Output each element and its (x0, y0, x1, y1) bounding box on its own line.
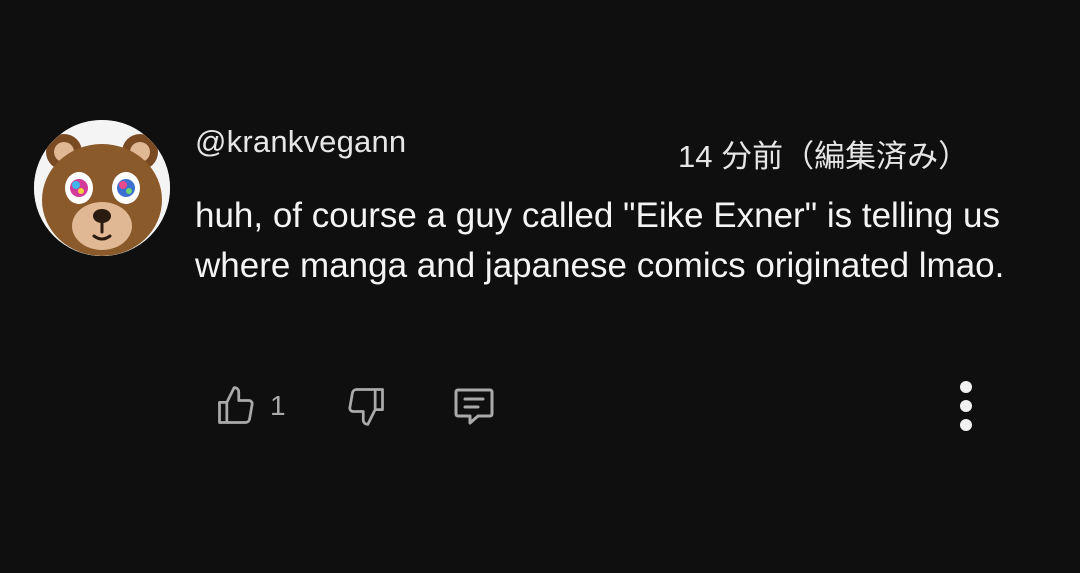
comment-text: huh, of course a guy called "Eike Exner"… (195, 196, 1005, 285)
comment-author[interactable]: @krankvegann (195, 124, 406, 160)
reply-button[interactable] (450, 378, 498, 434)
dislike-button[interactable] (344, 378, 388, 434)
author-avatar[interactable] (34, 120, 170, 256)
more-options-button[interactable] (946, 378, 986, 434)
more-vertical-icon (960, 381, 972, 431)
comment-actions: 1 (0, 378, 1080, 434)
like-count: 1 (270, 390, 286, 421)
thumbs-down-icon (348, 388, 384, 426)
comment-timestamp[interactable]: 14 分前（編集済み） (678, 131, 969, 176)
bear-avatar-icon (34, 120, 170, 256)
comment-reply-icon (454, 388, 494, 425)
like-button[interactable]: 1 (214, 378, 286, 434)
comment: @krankvegann 14 分前（編集済み） huh, of course … (0, 0, 1080, 573)
thumbs-up-icon (218, 386, 254, 424)
